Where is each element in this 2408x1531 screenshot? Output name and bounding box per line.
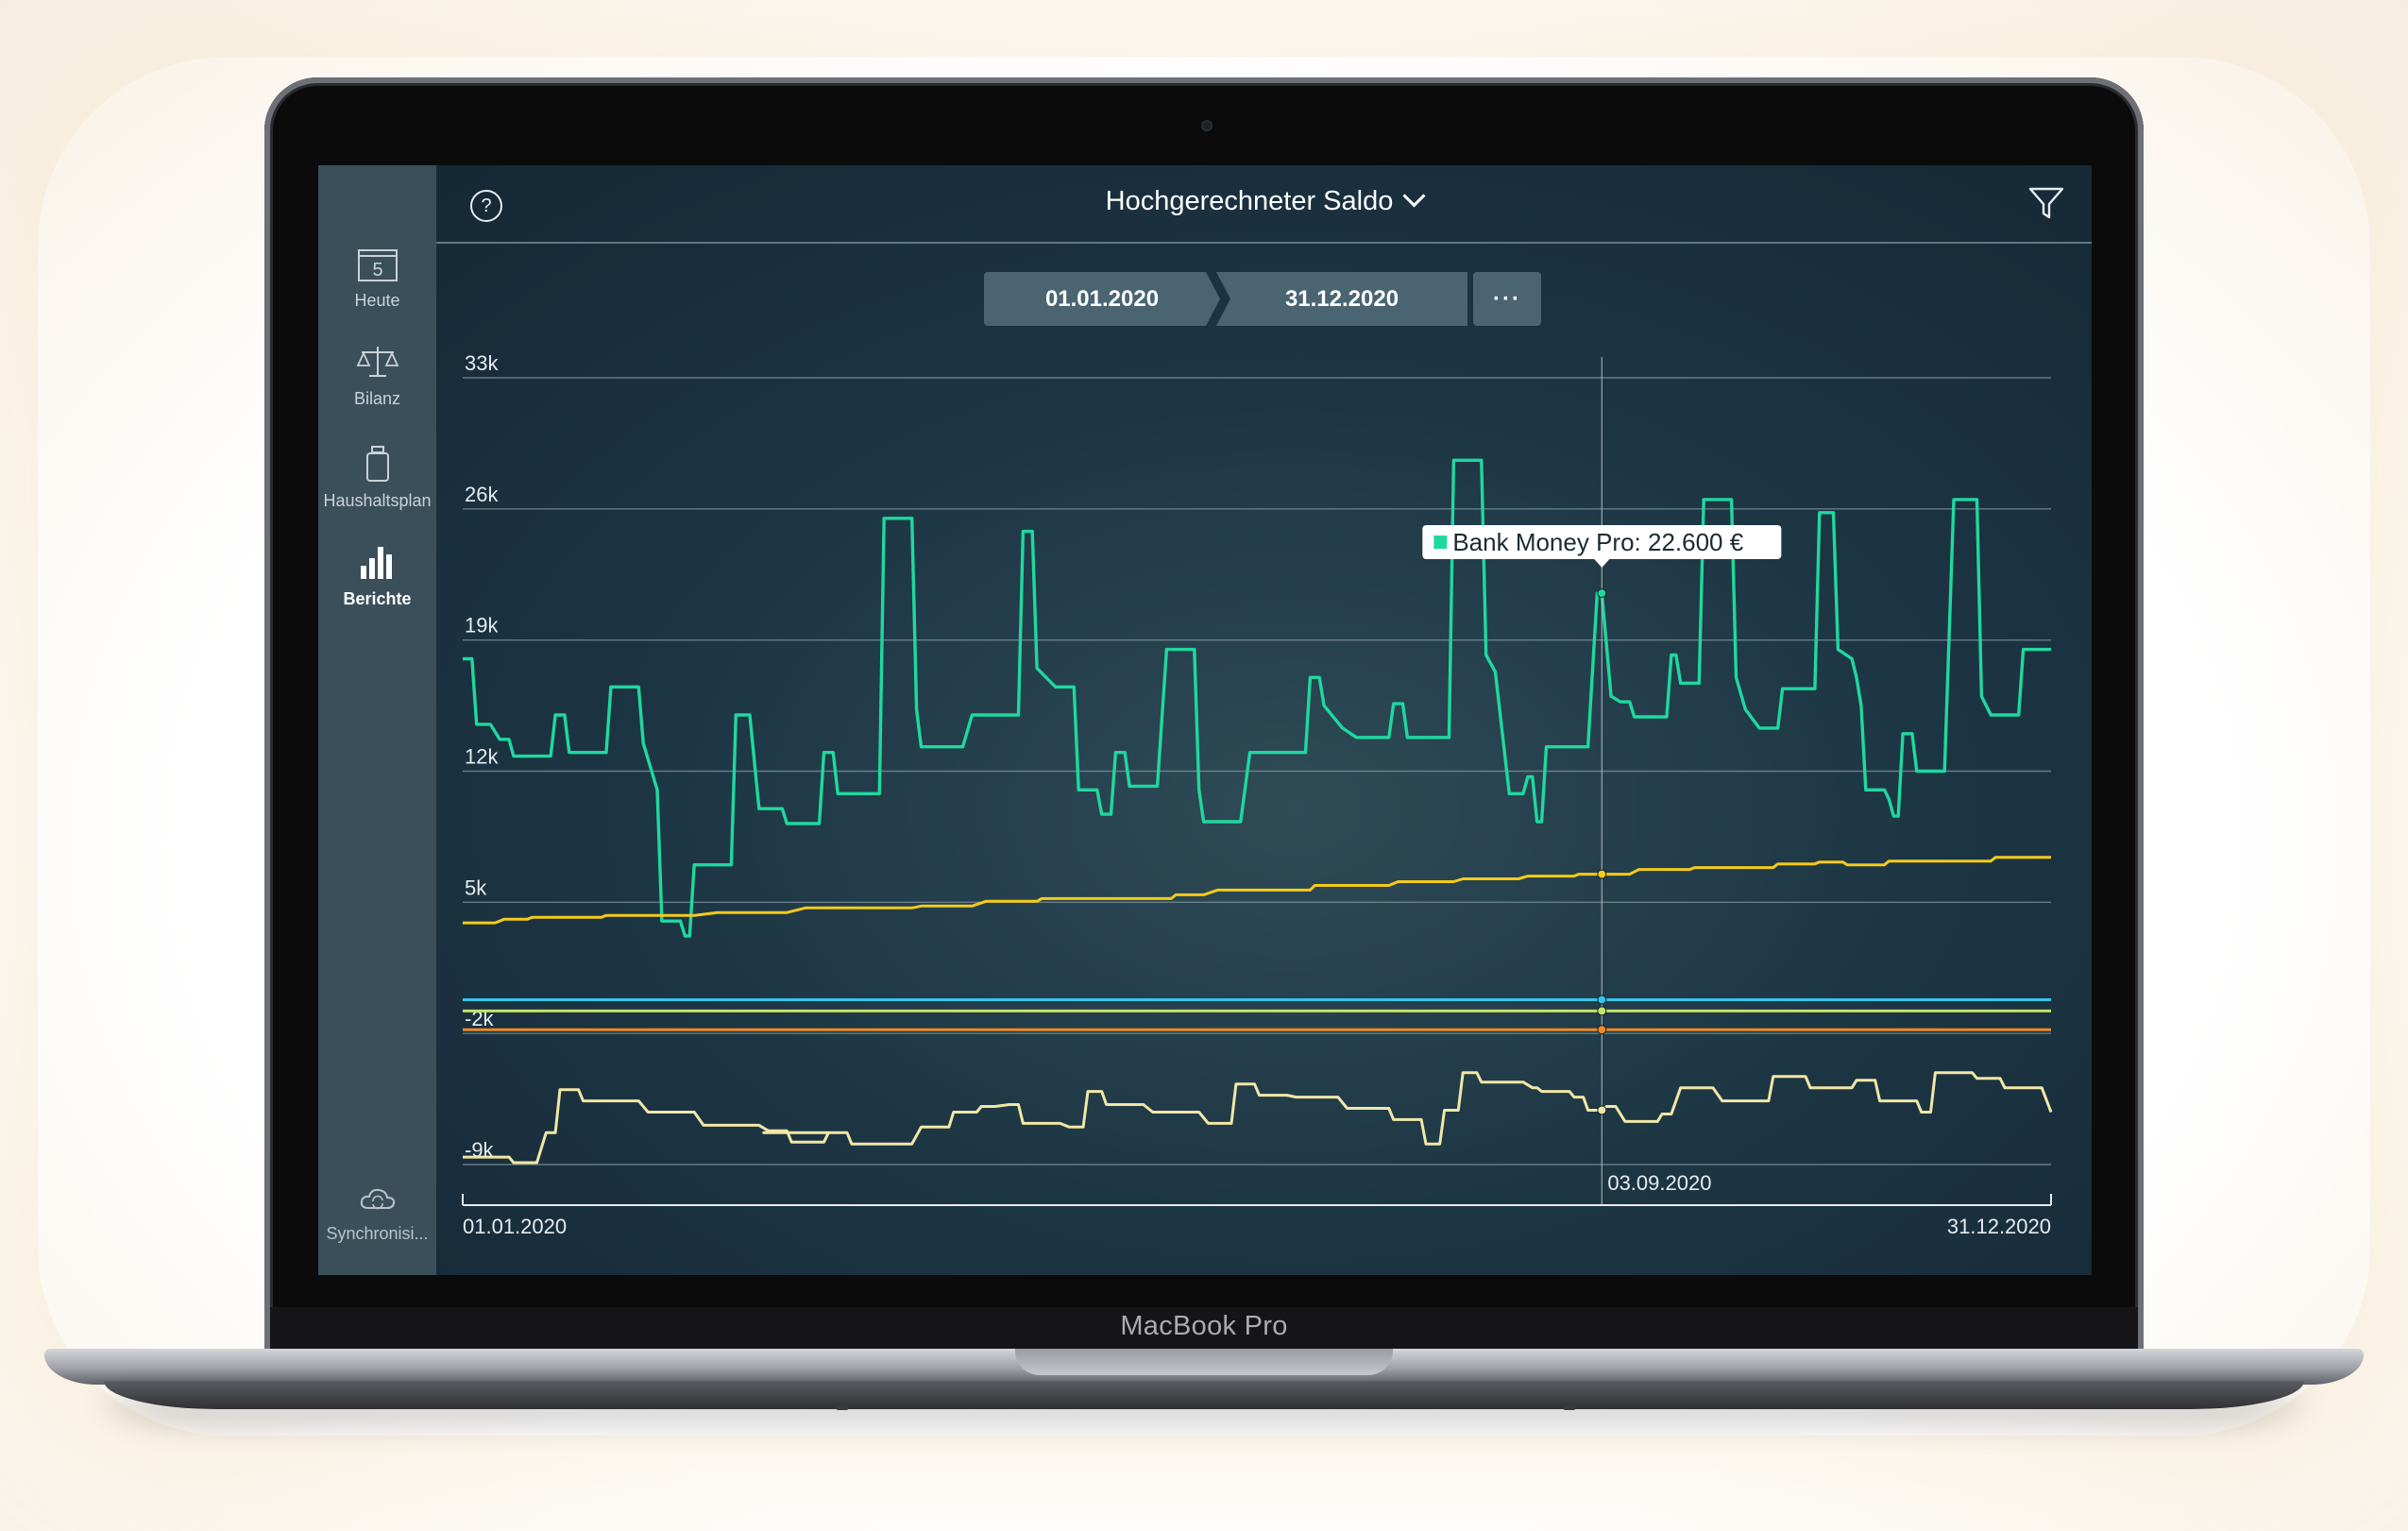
y-tick-label: 33k	[465, 351, 499, 375]
sidebar-item-label: Heute	[354, 291, 400, 310]
series-line	[463, 1071, 2053, 1165]
tooltip-text: Bank Money Pro: 22.600 €	[1452, 528, 1743, 556]
cursor-point	[1597, 1105, 1607, 1115]
sync-label: Synchronisi...	[326, 1224, 429, 1243]
laptop-base-bottom	[104, 1381, 2304, 1409]
cursor-point	[1597, 869, 1607, 879]
y-tick-label: 19k	[465, 614, 499, 638]
cursor-point	[1597, 588, 1607, 599]
tooltip-swatch	[1433, 536, 1448, 549]
x-tick-label: 01.01.2020	[463, 1215, 567, 1238]
laptop-foot	[836, 1405, 849, 1410]
main-panel: ? Hochgerechneter Saldo 01.01.2020 31.12…	[436, 165, 2092, 1275]
balance-chart: 33k26k19k12k5k-2k-9k01.01.2020 31.12.2020…	[462, 351, 2053, 1238]
scale-icon	[356, 347, 399, 377]
sync-button[interactable]: Synchronisi...	[318, 1185, 436, 1244]
device-brand-label: MacBook Pro	[1120, 1311, 1288, 1341]
sidebar-item-label: Berichte	[343, 589, 412, 608]
cursor-point	[1597, 1006, 1607, 1016]
sidebar-item-haushaltsplan[interactable]: Haushaltsplan	[318, 445, 436, 511]
cursor-date-label: 03.09.2020	[1607, 1171, 1711, 1195]
cursor-point	[1597, 1025, 1607, 1035]
y-tick-label: 12k	[465, 745, 499, 769]
laptop-notch	[1015, 1349, 1393, 1375]
sidebar-item-bilanz[interactable]: Bilanz	[318, 343, 436, 409]
sidebar-item-label: Bilanz	[353, 389, 401, 408]
x-tick-label: 31.12.2020	[1947, 1215, 2051, 1238]
sidebar-item-berichte[interactable]: Berichte	[318, 539, 436, 609]
camera-icon	[1201, 120, 1212, 131]
y-tick-label: 5k	[465, 876, 487, 899]
series-line	[463, 856, 2051, 925]
y-tick-label: 26k	[465, 483, 499, 506]
calendar-icon: 5	[357, 249, 398, 281]
calendar-badge: 5	[372, 260, 382, 281]
app-screen: 5 Heute Bilanz Haushaltsplan Berichte Sy…	[318, 165, 2092, 1275]
laptop-foot	[1563, 1405, 1576, 1410]
jar-icon	[365, 446, 389, 482]
sidebar-item-label: Haushaltsplan	[323, 491, 432, 510]
sidebar-item-heute[interactable]: 5 Heute	[318, 247, 436, 311]
sidebar: 5 Heute Bilanz Haushaltsplan Berichte Sy…	[318, 165, 436, 1275]
bar-chart-icon	[360, 547, 392, 579]
tooltip-pointer	[1594, 559, 1610, 568]
cursor-point	[1597, 995, 1607, 1005]
cloud-sync-icon	[360, 1188, 395, 1210]
